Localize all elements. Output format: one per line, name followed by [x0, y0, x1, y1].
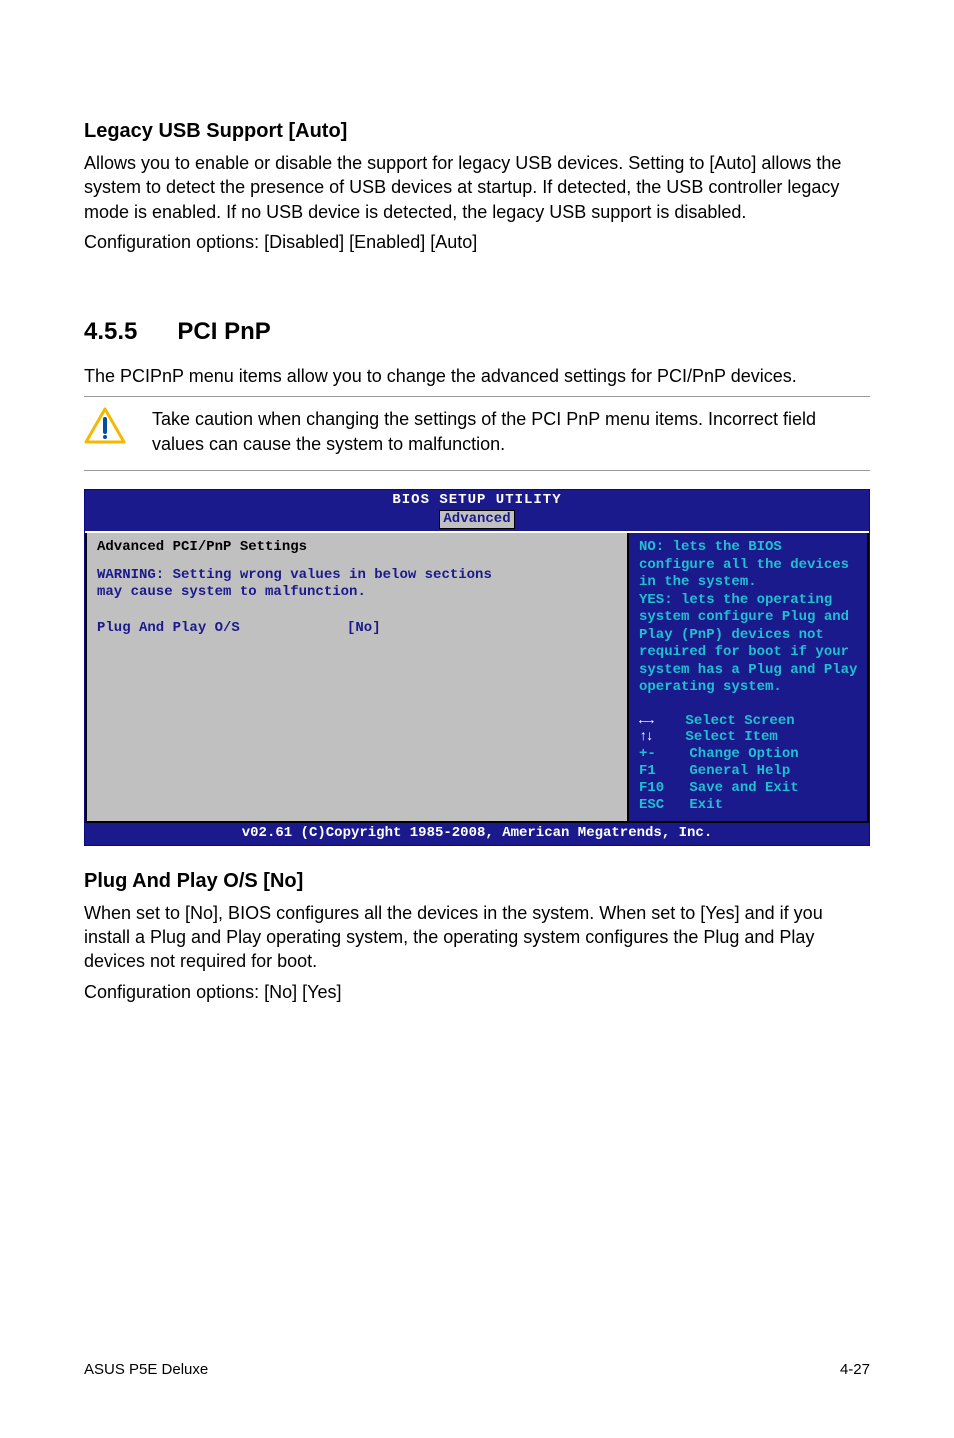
bios-right-panel: NO: lets the BIOS configure all the devi… [629, 533, 869, 823]
plug-and-play-config-options: Configuration options: [No] [Yes] [84, 980, 870, 1004]
bios-option-value: [No] [347, 620, 381, 638]
bios-screenshot: BIOS SETUP UTILITY Advanced Advanced PCI… [84, 489, 870, 846]
bios-key-general-help: F1 General Help [639, 763, 790, 779]
caution-text: Take caution when changing the settings … [152, 407, 870, 456]
caution-note: Take caution when changing the settings … [84, 396, 870, 471]
legacy-usb-config-options: Configuration options: [Disabled] [Enabl… [84, 230, 870, 254]
bios-option-row: Plug And Play O/S [No] [97, 620, 617, 638]
bios-panel-title: Advanced PCI/PnP Settings [97, 539, 617, 557]
pci-pnp-heading-row: 4.5.5 PCI PnP [84, 318, 870, 346]
bios-key-exit: ESC Exit [639, 797, 723, 813]
bios-left-panel: Advanced PCI/PnP Settings WARNING: Setti… [85, 533, 629, 823]
bios-help-text: NO: lets the BIOS configure all the devi… [639, 539, 859, 697]
page-footer: ASUS P5E Deluxe 4-27 [84, 1361, 870, 1378]
bios-option-key: Plug And Play O/S [97, 620, 347, 638]
footer-page-number: 4-27 [840, 1361, 870, 1378]
bios-warning-line1: WARNING: Setting wrong values in below s… [97, 567, 617, 585]
legacy-usb-description: Allows you to enable or disable the supp… [84, 151, 870, 224]
bios-footer: v02.61 (C)Copyright 1985-2008, American … [85, 823, 869, 845]
pci-pnp-description: The PCIPnP menu items allow you to chang… [84, 364, 870, 388]
plug-and-play-description: When set to [No], BIOS configures all th… [84, 901, 870, 974]
section-number: 4.5.5 [84, 318, 137, 346]
plug-and-play-heading: Plug And Play O/S [No] [84, 870, 870, 893]
legacy-usb-heading: Legacy USB Support [Auto] [84, 120, 870, 143]
bios-key-change-option: +- Change Option [639, 746, 799, 762]
bios-key-hints: ←→ Select Screen ↑↓ Select Item +- Chang… [639, 713, 859, 814]
left-right-arrows-icon: ←→ [639, 713, 652, 729]
section-title: PCI PnP [177, 318, 270, 346]
footer-product: ASUS P5E Deluxe [84, 1361, 208, 1378]
bios-tab-advanced: Advanced [439, 510, 514, 530]
bios-key-save-exit: F10 Save and Exit [639, 780, 799, 796]
bios-key-select-screen: Select Screen [652, 713, 795, 729]
bios-key-select-item: Select Item [652, 729, 778, 745]
caution-icon [84, 407, 126, 445]
bios-title: BIOS SETUP UTILITY [85, 490, 869, 510]
up-down-arrows-icon: ↑↓ [639, 729, 652, 745]
bios-tab-row: Advanced [85, 510, 869, 532]
bios-warning-line2: may cause system to malfunction. [97, 584, 617, 602]
